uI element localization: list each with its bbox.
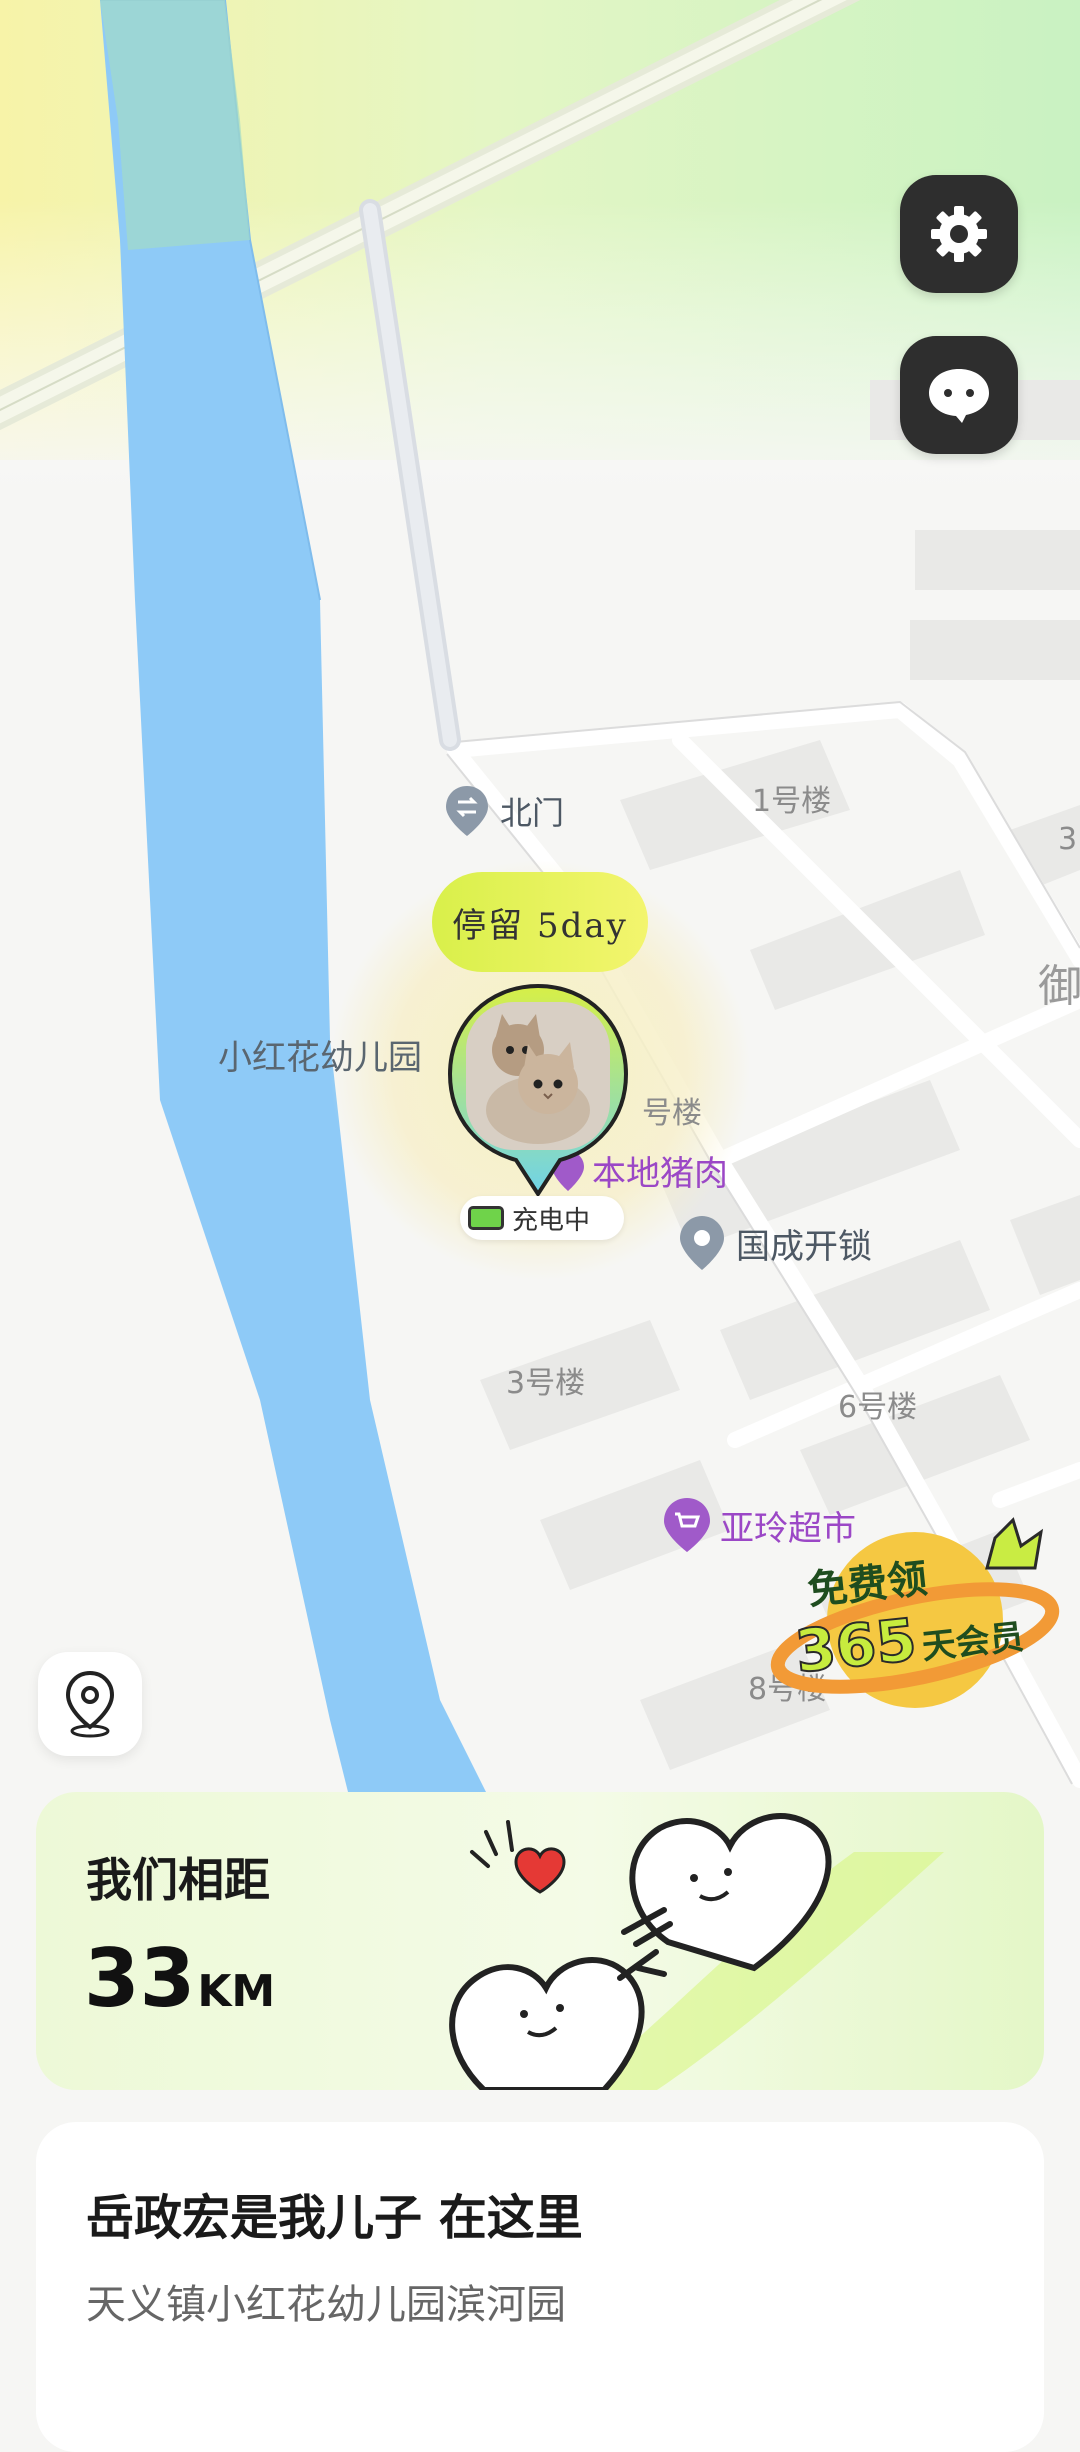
free-membership-promo[interactable]: 免费领 365 天会员 <box>765 1510 1065 1720</box>
distance-title: 我们相距 <box>86 1853 270 1907</box>
hearts-illustration <box>449 1813 944 2090</box>
address-card[interactable]: 岳政宏是我儿子 在这里 天义镇小红花幼儿园滨河园 <box>36 2122 1044 2452</box>
locksmith-pin-icon <box>680 1216 724 1270</box>
poi-locksmith-label: 国成开锁 <box>736 1226 872 1267</box>
chat-bubble-icon <box>929 369 989 423</box>
settings-button[interactable] <box>900 175 1018 293</box>
building-6-label: 6号楼 <box>838 1390 918 1425</box>
poi-locksmith[interactable]: 国成开锁 <box>678 1214 872 1272</box>
promo-line2: 天会员 <box>919 1617 1026 1668</box>
building-3-label: 3号楼 <box>506 1366 586 1401</box>
stay-duration-bubble: 停留 5day <box>432 872 648 972</box>
promo-number: 365 <box>791 1604 921 1686</box>
charging-label: 充电中 <box>512 1205 591 1236</box>
gear-icon <box>931 206 987 262</box>
poi-kindergarten-label[interactable]: 小红花幼儿园 <box>218 1030 422 1079</box>
distance-value: 33 <box>84 1932 196 2025</box>
address-card-title: 岳政宏是我儿子 在这里 <box>86 2190 583 2246</box>
building-edge-label: 3 <box>1058 822 1078 857</box>
user-avatar-marker[interactable] <box>440 980 636 1202</box>
building-1-label: 1号楼 <box>752 784 832 819</box>
locate-me-button[interactable] <box>38 1652 142 1756</box>
distance-unit: KM <box>197 1966 276 2017</box>
battery-charging-icon <box>468 1206 504 1230</box>
poi-north-gate[interactable]: 北门 <box>444 784 564 838</box>
building-partial-label: 号楼 <box>642 1096 702 1131</box>
supermarket-pin-icon <box>664 1498 710 1552</box>
map-edge-char: 御 <box>1038 961 1080 1012</box>
distance-card: 我们相距 33KM <box>36 1792 1044 2090</box>
poi-north-gate-label: 北门 <box>500 794 565 832</box>
charging-status-pill: 充电中 <box>460 1196 624 1240</box>
gate-pin-icon <box>446 786 488 836</box>
distance-value-row: 33KM <box>84 1932 275 2025</box>
address-text: 天义镇小红花幼儿园滨河园 <box>86 2282 566 2328</box>
chat-button[interactable] <box>900 336 1018 454</box>
location-pin-icon <box>65 1670 115 1738</box>
